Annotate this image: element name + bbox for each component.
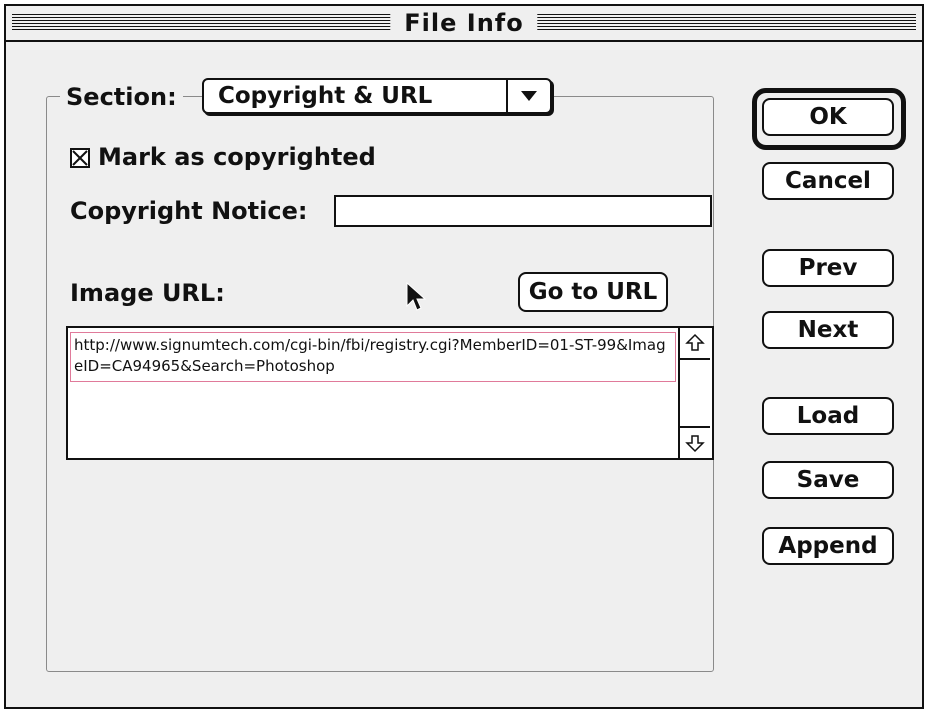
url-scrollbar[interactable] — [678, 328, 712, 458]
image-url-text[interactable]: http://www.signumtech.com/cgi-bin/fbi/re… — [70, 332, 676, 382]
scroll-up-arrow-icon[interactable] — [680, 328, 710, 360]
section-popup-value: Copyright & URL — [218, 83, 433, 109]
mark-copyrighted-checkbox[interactable] — [70, 148, 90, 168]
title-bar[interactable]: File Info — [6, 6, 922, 42]
section-label: Section: — [60, 80, 183, 114]
go-to-url-button[interactable]: Go to URL — [518, 272, 668, 312]
image-url-textarea[interactable]: http://www.signumtech.com/cgi-bin/fbi/re… — [66, 326, 714, 460]
popup-divider — [506, 80, 508, 112]
ok-button[interactable]: OK — [762, 98, 894, 136]
cancel-button[interactable]: Cancel — [762, 162, 894, 200]
prev-button[interactable]: Prev — [762, 249, 894, 287]
copyright-notice-label: Copyright Notice: — [70, 197, 308, 225]
window-title: File Info — [390, 8, 538, 38]
load-button[interactable]: Load — [762, 397, 894, 435]
append-button[interactable]: Append — [762, 527, 894, 565]
save-button[interactable]: Save — [762, 461, 894, 499]
checkmark-x-icon — [72, 150, 88, 166]
scroll-down-arrow-icon[interactable] — [680, 426, 710, 458]
next-button[interactable]: Next — [762, 311, 894, 349]
section-popup[interactable]: Copyright & URL — [202, 78, 552, 114]
mouse-pointer-icon — [406, 281, 428, 316]
copyright-notice-field[interactable] — [334, 195, 712, 227]
chevron-down-icon — [518, 86, 540, 106]
mark-copyrighted-label[interactable]: Mark as copyrighted — [98, 140, 376, 174]
image-url-label: Image URL: — [70, 279, 225, 307]
